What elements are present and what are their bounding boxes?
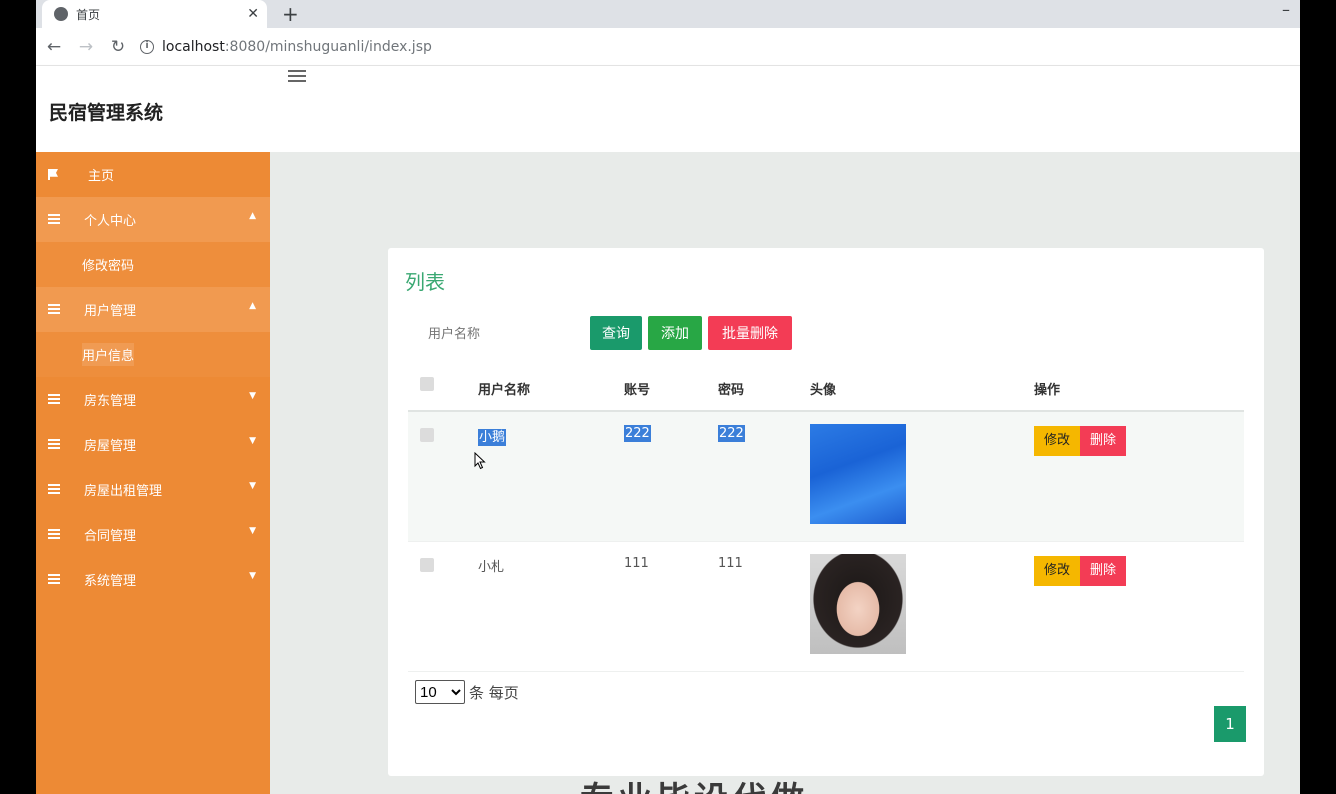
sidebar-item-personal-center[interactable]: 个人中心 ▲ [36, 197, 270, 242]
sidebar-subitem-label: 修改密码 [82, 259, 135, 274]
row-checkbox[interactable] [420, 428, 434, 442]
delete-button[interactable]: 删除 [1080, 426, 1126, 456]
page-number-button[interactable]: 1 [1214, 706, 1246, 742]
sidebar-item-system-management[interactable]: 系统管理 ▼ [36, 557, 270, 602]
new-tab-button[interactable]: + [282, 3, 299, 25]
add-button[interactable]: 添加 [648, 316, 702, 350]
chevron-down-icon: ▼ [249, 436, 256, 446]
chevron-down-icon: ▼ [249, 481, 256, 491]
chevron-up-icon: ▲ [249, 211, 256, 221]
minimize-button[interactable]: – [1282, 0, 1290, 19]
watermark-text: 专业毕设代做 [580, 772, 808, 794]
sidebar-item-label: 用户管理 [84, 304, 137, 319]
close-icon[interactable]: ✕ [247, 6, 259, 22]
page-size-suffix: 条 每页 [469, 683, 519, 702]
delete-button[interactable]: 删除 [1080, 556, 1126, 586]
sidebar-subitem-user-info[interactable]: 用户信息 [36, 332, 270, 377]
batch-delete-button[interactable]: 批量删除 [708, 316, 792, 350]
main-content: 列表 查询 添加 批量删除 用户名称 账号 密码 头像 操作 小鹅 222 [270, 152, 1300, 794]
list-icon [48, 484, 60, 494]
column-header: 操作 [1034, 382, 1061, 398]
sidebar-item-label: 房东管理 [84, 394, 137, 409]
page-size-select[interactable]: 10 [415, 680, 465, 704]
sidebar-item-landlord-management[interactable]: 房东管理 ▼ [36, 377, 270, 422]
edit-button[interactable]: 修改 [1034, 556, 1080, 586]
page-title: 列表 [405, 270, 445, 294]
screen-border-right [1300, 0, 1336, 794]
sidebar-item-contract-management[interactable]: 合同管理 ▼ [36, 512, 270, 557]
globe-icon [54, 7, 68, 21]
forward-arrow-icon[interactable]: → [72, 37, 100, 57]
app-title: 民宿管理系统 [49, 102, 164, 124]
sidebar-item-label: 个人中心 [84, 214, 137, 229]
sidebar-item-home[interactable]: 主页 [36, 152, 270, 197]
cell-account: 111 [624, 556, 649, 571]
chevron-down-icon: ▼ [249, 571, 256, 581]
sidebar-subitem-change-password[interactable]: 修改密码 [36, 242, 270, 287]
table-row: 小鹅 222 222 修改 删除 [408, 412, 1244, 542]
browser-tab[interactable]: 首页 ✕ [42, 0, 267, 28]
mouse-cursor-icon [474, 452, 486, 470]
cell-username: 小札 [478, 560, 505, 575]
tab-title: 首页 [76, 7, 101, 22]
search-input[interactable] [410, 318, 580, 348]
sidebar-item-rental-management[interactable]: 房屋出租管理 ▼ [36, 467, 270, 512]
cell-password: 222 [718, 425, 745, 442]
query-button[interactable]: 查询 [590, 316, 642, 350]
column-header: 账号 [624, 382, 651, 398]
flag-icon [48, 169, 58, 180]
page-size-control: 10 条 每页 [415, 680, 519, 704]
user-table: 用户名称 账号 密码 头像 操作 小鹅 222 222 修改 删除 小札 111… [408, 366, 1244, 672]
column-header: 密码 [718, 382, 745, 398]
url-path: :8080/minshuguanli/index.jsp [224, 38, 432, 55]
cell-password: 111 [718, 556, 743, 571]
cell-username: 小鹅 [478, 429, 507, 446]
info-icon[interactable]: i [140, 39, 154, 54]
sidebar-item-house-management[interactable]: 房屋管理 ▼ [36, 422, 270, 467]
url-host: localhost [162, 38, 225, 55]
reload-icon[interactable]: ↻ [104, 37, 132, 57]
list-icon [48, 529, 60, 539]
column-header: 头像 [810, 382, 837, 398]
select-all-checkbox[interactable] [420, 377, 434, 391]
sidebar-subitem-label: 用户信息 [82, 343, 135, 366]
list-icon [48, 439, 60, 449]
chevron-down-icon: ▼ [249, 526, 256, 536]
browser-toolbar: ← → ↻ i localhost:8080/minshuguanli/inde… [36, 28, 1300, 66]
address-bar[interactable]: i localhost:8080/minshuguanli/index.jsp [140, 33, 1250, 61]
edit-button[interactable]: 修改 [1034, 426, 1080, 456]
sidebar: 主页 个人中心 ▲ 修改密码 用户管理 ▲ 用户信息 房东管理 ▼ 房屋管理 ▼ [36, 152, 270, 794]
browser-window: 首页 ✕ + – ← → ↻ i localhost:8080/minshugu… [36, 0, 1300, 794]
table-row: 小札 111 111 修改 删除 [408, 542, 1244, 672]
list-icon [48, 304, 60, 314]
table-header: 用户名称 账号 密码 头像 操作 [408, 366, 1244, 412]
menu-toggle-icon[interactable] [288, 70, 306, 84]
list-icon [48, 574, 60, 584]
column-header: 用户名称 [478, 382, 531, 398]
app-header: 民宿管理系统 [36, 66, 1300, 152]
avatar [810, 424, 906, 524]
cell-account: 222 [624, 425, 651, 442]
chevron-up-icon: ▲ [249, 301, 256, 311]
back-arrow-icon[interactable]: ← [40, 37, 68, 57]
screen-border-left [0, 0, 36, 794]
sidebar-item-user-management[interactable]: 用户管理 ▲ [36, 287, 270, 332]
chevron-down-icon: ▼ [249, 391, 256, 401]
sidebar-item-label: 系统管理 [84, 574, 137, 589]
sidebar-item-label: 合同管理 [84, 529, 137, 544]
avatar [810, 554, 906, 654]
list-icon [48, 394, 60, 404]
list-panel: 列表 查询 添加 批量删除 用户名称 账号 密码 头像 操作 小鹅 222 [388, 248, 1264, 776]
sidebar-item-label: 房屋出租管理 [84, 484, 163, 499]
sidebar-item-label: 主页 [88, 169, 115, 184]
sidebar-item-label: 房屋管理 [84, 439, 137, 454]
row-checkbox[interactable] [420, 558, 434, 572]
list-icon [48, 214, 60, 224]
tab-strip: 首页 ✕ + – [36, 0, 1300, 28]
